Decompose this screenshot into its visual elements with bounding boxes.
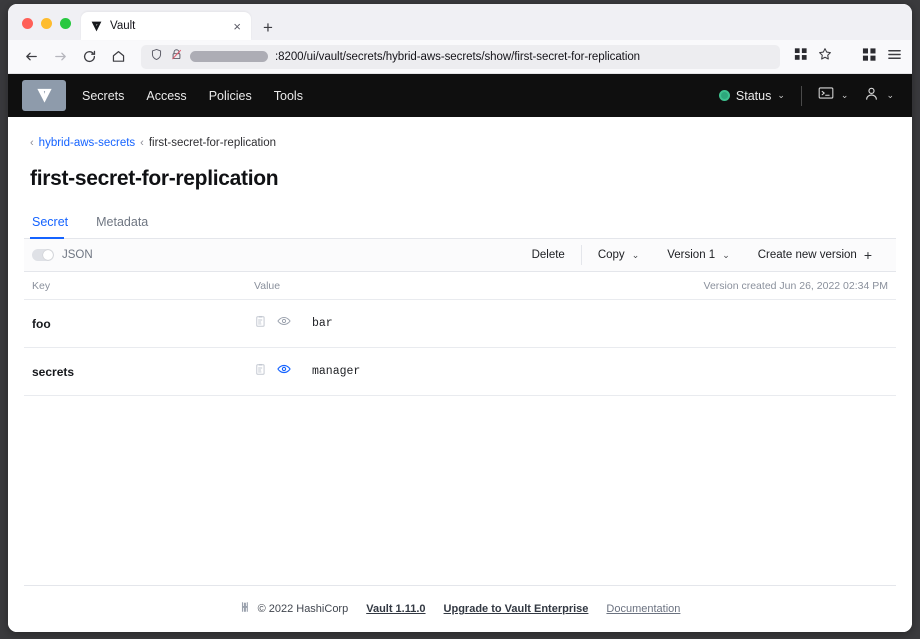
eye-icon[interactable]	[277, 314, 291, 333]
new-tab-button[interactable]: +	[263, 19, 273, 36]
delete-label: Delete	[531, 249, 565, 261]
row-actions	[254, 362, 306, 381]
vault-nav-right: Status ⌄ ⌄ ⌄	[718, 85, 894, 106]
chevron-down-icon: ⌄	[777, 90, 785, 100]
redacted-host	[190, 51, 268, 62]
vault-navbar: Secrets Access Policies Tools Status ⌄ ⌄	[8, 74, 912, 117]
page-title: first-secret-for-replication	[30, 167, 279, 190]
status-menu[interactable]: Status ⌄	[718, 88, 785, 103]
create-label: Create new version	[757, 249, 857, 261]
json-toggle[interactable]: JSON	[32, 249, 93, 261]
copy-icon[interactable]	[254, 363, 267, 381]
nav-link-tools[interactable]: Tools	[274, 89, 303, 103]
chevron-down-icon: ⌄	[722, 249, 730, 260]
version-created-text: Version created Jun 26, 2022 02:34 PM	[703, 279, 888, 292]
user-menu[interactable]: ⌄	[864, 86, 894, 106]
chevron-down-icon: ⌄	[631, 249, 640, 260]
shield-icon	[150, 48, 163, 66]
page-content: ‹ hybrid-aws-secrets ‹ first-secret-for-…	[8, 117, 912, 585]
create-new-version-button[interactable]: Create new version +	[744, 248, 886, 262]
maximize-window-button[interactable]	[60, 18, 71, 29]
nav-link-policies[interactable]: Policies	[209, 89, 252, 103]
nav-link-secrets[interactable]: Secrets	[82, 89, 124, 103]
browser-toolbar-right	[790, 47, 902, 67]
version-label: Version 1	[667, 249, 716, 261]
menu-icon[interactable]	[887, 47, 902, 67]
toolbar-divider	[580, 245, 582, 265]
user-icon	[864, 86, 879, 106]
secret-toolbar: JSON Delete Copy ⌄ Version 1 ⌄ Create ne…	[24, 239, 896, 272]
nav-link-access[interactable]: Access	[146, 89, 186, 103]
bookmark-star-icon[interactable]	[818, 47, 832, 66]
reload-icon[interactable]	[76, 44, 102, 70]
status-label: Status	[735, 88, 772, 103]
console-menu[interactable]: ⌄	[818, 86, 849, 105]
home-icon[interactable]	[105, 44, 131, 70]
vault-version-link[interactable]: Vault 1.11.0	[366, 603, 425, 615]
extensions-icon[interactable]	[794, 47, 808, 66]
copy-icon[interactable]	[254, 315, 267, 333]
chevron-down-icon: ⌄	[886, 90, 894, 100]
secret-value: bar	[312, 317, 333, 330]
vault-triangle-icon	[89, 19, 103, 33]
table-row: secrets manager	[24, 348, 896, 396]
breadcrumb: ‹ hybrid-aws-secrets ‹ first-secret-for-…	[24, 117, 896, 149]
browser-tabstrip: Vault × +	[8, 4, 912, 40]
toggle-switch[interactable]	[32, 249, 54, 261]
delete-button[interactable]: Delete	[518, 249, 579, 261]
json-toggle-label: JSON	[62, 249, 93, 261]
secret-key: foo	[32, 316, 51, 331]
url-text: :8200/ui/vault/secrets/hybrid-aws-secret…	[275, 50, 641, 63]
url-bar[interactable]: :8200/ui/vault/secrets/hybrid-aws-secret…	[141, 44, 780, 69]
secret-key: secrets	[32, 364, 75, 379]
toolbar-actions: Delete Copy ⌄ Version 1 ⌄ Create new ver…	[518, 245, 886, 265]
vault-logo[interactable]	[22, 80, 66, 111]
console-icon	[818, 86, 834, 105]
copy-menu-button[interactable]: Copy ⌄	[584, 249, 653, 261]
chevron-down-icon: ⌄	[840, 90, 849, 100]
breadcrumb-parent-link[interactable]: hybrid-aws-secrets	[39, 137, 136, 149]
browser-tab-title: Vault	[110, 20, 136, 32]
browser-tab[interactable]: Vault ×	[81, 12, 251, 40]
hashicorp-logo	[240, 601, 252, 617]
copyright-text: © 2022 HashiCorp	[257, 603, 349, 615]
footer-copyright: © 2022 HashiCorp	[240, 601, 349, 617]
lock-crossed-icon	[170, 48, 183, 66]
row-actions	[254, 314, 306, 333]
back-icon[interactable]	[18, 44, 44, 70]
minimize-window-button[interactable]	[41, 18, 52, 29]
page-tabs: Secret Metadata	[24, 197, 896, 239]
chevron-left-icon: ‹	[140, 137, 144, 149]
documentation-link[interactable]: Documentation	[606, 603, 680, 615]
tab-metadata[interactable]: Metadata	[94, 215, 158, 238]
close-icon[interactable]: ×	[231, 20, 243, 33]
column-header-value: Value	[254, 279, 281, 292]
close-window-button[interactable]	[22, 18, 33, 29]
upgrade-enterprise-link[interactable]: Upgrade to Vault Enterprise	[444, 603, 589, 615]
table-row: foo bar	[24, 300, 896, 348]
secret-value: manager	[312, 365, 361, 378]
chevron-left-icon: ‹	[30, 137, 34, 149]
version-menu-button[interactable]: Version 1 ⌄	[653, 249, 744, 261]
column-header-key: Key	[32, 279, 51, 292]
vault-app: Secrets Access Policies Tools Status ⌄ ⌄	[8, 74, 912, 632]
plus-icon: +	[863, 247, 872, 263]
vault-nav-links: Secrets Access Policies Tools	[82, 89, 303, 103]
copy-label: Copy	[597, 249, 625, 261]
browser-window: Vault × + :8200/ui/vault/secrets/hybrid-…	[8, 4, 912, 632]
window-controls	[14, 18, 81, 40]
table-header: Key Value Version created Jun 26, 2022 0…	[24, 272, 896, 300]
forward-icon	[47, 44, 73, 70]
tab-secret[interactable]: Secret	[30, 215, 78, 239]
nav-divider	[800, 85, 802, 106]
grid-icon[interactable]	[862, 47, 877, 67]
breadcrumb-current: first-secret-for-replication	[148, 137, 277, 149]
eye-icon[interactable]	[277, 362, 291, 381]
page-footer: © 2022 HashiCorp Vault 1.11.0 Upgrade to…	[8, 586, 912, 632]
browser-navbar: :8200/ui/vault/secrets/hybrid-aws-secret…	[8, 40, 912, 74]
status-indicator-icon	[718, 90, 730, 101]
